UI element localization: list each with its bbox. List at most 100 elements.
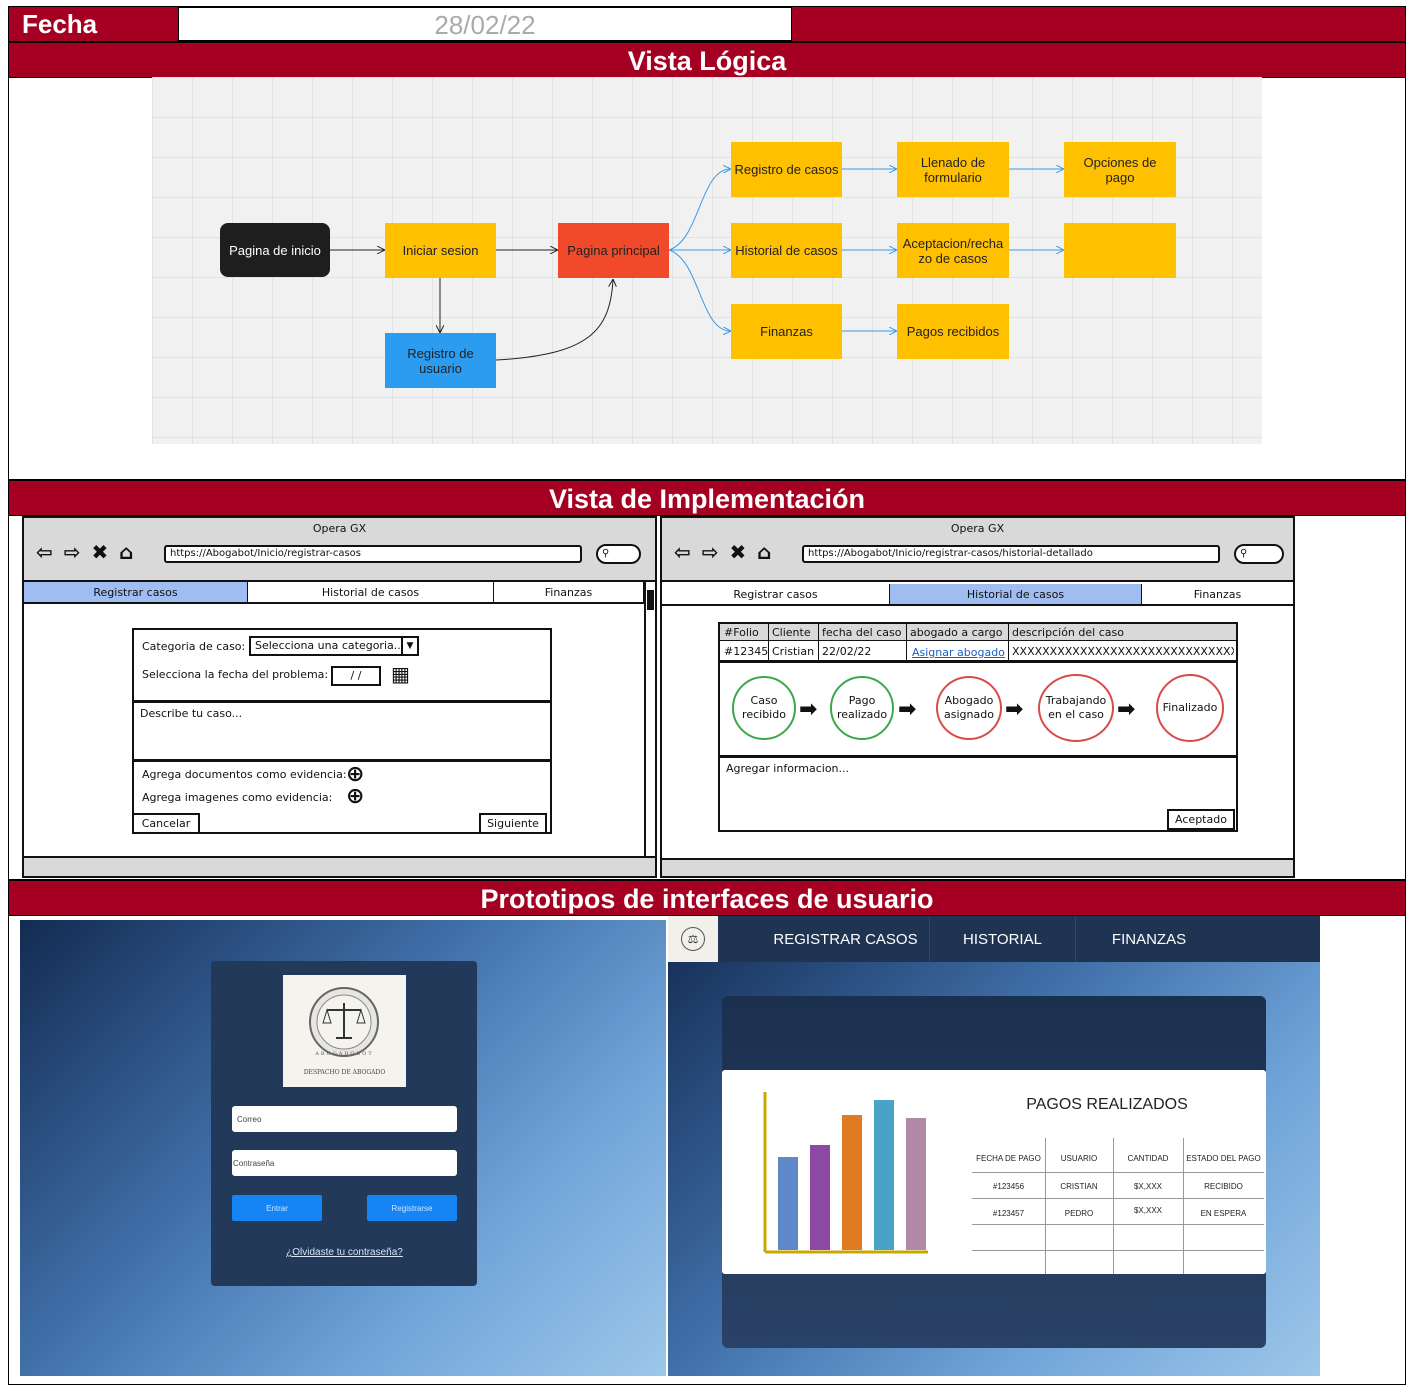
node-historial-casos: Historial de casos (731, 223, 842, 278)
cell-usuario: PEDRO (1064, 1208, 1094, 1218)
assign-lawyer-link[interactable]: Asignar abogado (912, 646, 1005, 659)
nav-icons[interactable]: ⇦ ⇨ ✖ ⌂ (674, 540, 773, 564)
col-folio: #Folio (724, 626, 759, 639)
step-trabajando: Trabajando en el caso (1038, 674, 1114, 742)
accept-button[interactable]: Aceptado (1167, 809, 1235, 830)
tab-finanzas[interactable]: Finanzas (1142, 584, 1293, 606)
arrow-right-icon: ➡ (1005, 697, 1024, 722)
scrollbar[interactable] (644, 582, 655, 858)
cancel-button[interactable]: Cancelar (132, 813, 200, 834)
chart-bar (810, 1145, 830, 1250)
info-textarea[interactable]: Agregar informacion... (718, 756, 1238, 832)
cell-estado: RECIBIDO (1204, 1181, 1243, 1191)
col-descripcion: descripción del caso (1012, 626, 1124, 639)
url-bar[interactable]: https://Abogabot/Inicio/registrar-casos (164, 545, 582, 563)
logo: ABOGADOBOT DESPACHO DE ABOGADO (283, 975, 406, 1087)
password-field[interactable]: Contraseña (232, 1150, 457, 1176)
cell-usuario: CRISTIAN (1060, 1181, 1098, 1191)
section-title-implementacion: Vista de Implementación (8, 480, 1406, 516)
tab-historial[interactable]: Historial de casos (248, 582, 494, 604)
status-bar (24, 856, 655, 876)
arrow-right-icon: ➡ (1117, 697, 1136, 722)
logo-text: ABOGADOBOT (315, 1051, 374, 1057)
tab-registrar[interactable]: Registrar casos (24, 582, 248, 604)
status-bar (662, 858, 1293, 876)
cell-cantidad: $X,XXX (1133, 1205, 1162, 1215)
node-pagina-principal: Pagina principal (558, 223, 669, 278)
nav-logo[interactable]: ⚖ (668, 916, 718, 962)
node-registro-usuario: Registro de usuario (385, 333, 496, 388)
cell-descripcion: XXXXXXXXXXXXXXXXXXXXXXXXXXXXXXX (1012, 645, 1234, 658)
search-icon[interactable]: ⚲ (596, 544, 641, 564)
info-placeholder: Agregar informacion... (726, 762, 850, 775)
logo-caption: DESPACHO DE ABOGADO (303, 1069, 386, 1076)
fecha-input[interactable]: / / (331, 666, 381, 686)
table-hline (972, 1250, 1264, 1251)
node-iniciar-sesion: Iniciar sesion (385, 223, 496, 278)
scroll-thumb[interactable] (647, 590, 654, 610)
arrow-principal-registro-casos (668, 169, 730, 251)
cell-fecha: #123456 (992, 1181, 1025, 1191)
arrow-right-icon: ➡ (799, 697, 818, 722)
tab-registrar[interactable]: Registrar casos (662, 584, 890, 606)
col-divider (818, 624, 819, 662)
cell-estado: EN ESPERA (1200, 1208, 1247, 1218)
add-images-icon[interactable]: ⊕ (346, 784, 364, 809)
payments-table: FECHA DE PAGO USUARIO CANTIDAD ESTADO DE… (972, 1138, 1264, 1274)
scales-icon: ⚖ (681, 927, 705, 951)
describe-textarea[interactable]: Describe tu caso... (132, 701, 552, 761)
node-finanzas: Finanzas (731, 304, 842, 359)
imgs-label: Agrega imagenes como evidencia: (142, 791, 333, 804)
table-hline (972, 1198, 1264, 1199)
case-table: #Folio Cliente fecha del caso abogado a … (718, 622, 1238, 662)
payments-chart (763, 1092, 928, 1254)
th-fecha: FECHA DE PAGO (976, 1153, 1041, 1163)
table-hline (972, 1224, 1264, 1225)
arrow-principal-finanzas (668, 249, 730, 331)
calendar-icon[interactable]: ▦ (391, 662, 410, 686)
email-field[interactable]: Correo (232, 1106, 457, 1132)
step-pago-realizado: Pago realizado (830, 676, 894, 740)
node-pagos-recibidos: Pagos recibidos (897, 304, 1009, 359)
browser-title: Opera GX (950, 522, 1005, 535)
register-button[interactable]: Registrarse (367, 1195, 457, 1221)
section-title-prototipos: Prototipos de interfaces de usuario (8, 880, 1406, 916)
fecha-label: Selecciona la fecha del problema: (142, 668, 329, 681)
browser-title: Opera GX (312, 522, 367, 535)
th-usuario: USUARIO (1060, 1153, 1098, 1163)
nav-icons[interactable]: ⇦ ⇨ ✖ ⌂ (36, 540, 135, 564)
nav-registrar-casos[interactable]: REGISTRAR CASOS (762, 916, 930, 962)
cell-cantidad: $X,XXX (1133, 1181, 1162, 1191)
tab-finanzas[interactable]: Finanzas (494, 582, 644, 604)
forgot-password-link[interactable]: ¿Olvidaste tu contraseña? (232, 1247, 457, 1258)
url-bar[interactable]: https://Abogabot/Inicio/registrar-casos/… (802, 545, 1220, 563)
col-abogado: abogado a cargo (910, 626, 1003, 639)
col-divider (768, 624, 769, 662)
payments-title: PAGOS REALIZADOS (1026, 1096, 1188, 1113)
table-hline (972, 1172, 1264, 1173)
enter-button[interactable]: Entrar (232, 1195, 322, 1221)
chart-bar (874, 1100, 894, 1250)
node-opciones-pago: Opciones de pago (1064, 142, 1176, 197)
nav-historial[interactable]: HISTORIAL (930, 916, 1076, 962)
tab-historial[interactable]: Historial de casos (890, 584, 1142, 606)
wireframe-historial: Opera GX ⇦ ⇨ ✖ ⌂ https://Abogabot/Inicio… (660, 516, 1295, 878)
categoria-label: Categoria de caso: (142, 640, 246, 653)
categoria-value: Selecciona una categoria... (255, 639, 405, 652)
col-cliente: Cliente (772, 626, 811, 639)
col-divider (1008, 624, 1009, 662)
step-caso-recibido: Caso recibido (732, 676, 796, 740)
cell-cliente: Cristian (772, 645, 815, 658)
th-estado: ESTADO DEL PAGO (1186, 1153, 1261, 1163)
wireframe-registrar: Opera GX ⇦ ⇨ ✖ ⌂ https://Abogabot/Inicio… (22, 516, 657, 878)
col-divider (906, 624, 907, 662)
nav-finanzas[interactable]: FINANZAS (1076, 916, 1222, 962)
search-icon[interactable]: ⚲ (1234, 544, 1284, 564)
node-registro-casos: Registro de casos (731, 142, 842, 197)
form-top: Categoria de caso: Selecciona una catego… (132, 628, 552, 702)
next-button[interactable]: Siguiente (479, 813, 547, 834)
categoria-select[interactable]: Selecciona una categoria... ▼ (249, 636, 419, 656)
describe-placeholder: Describe tu caso... (140, 707, 243, 720)
chart-bar (842, 1115, 862, 1250)
node-pagina-inicio: Pagina de inicio (220, 223, 330, 277)
